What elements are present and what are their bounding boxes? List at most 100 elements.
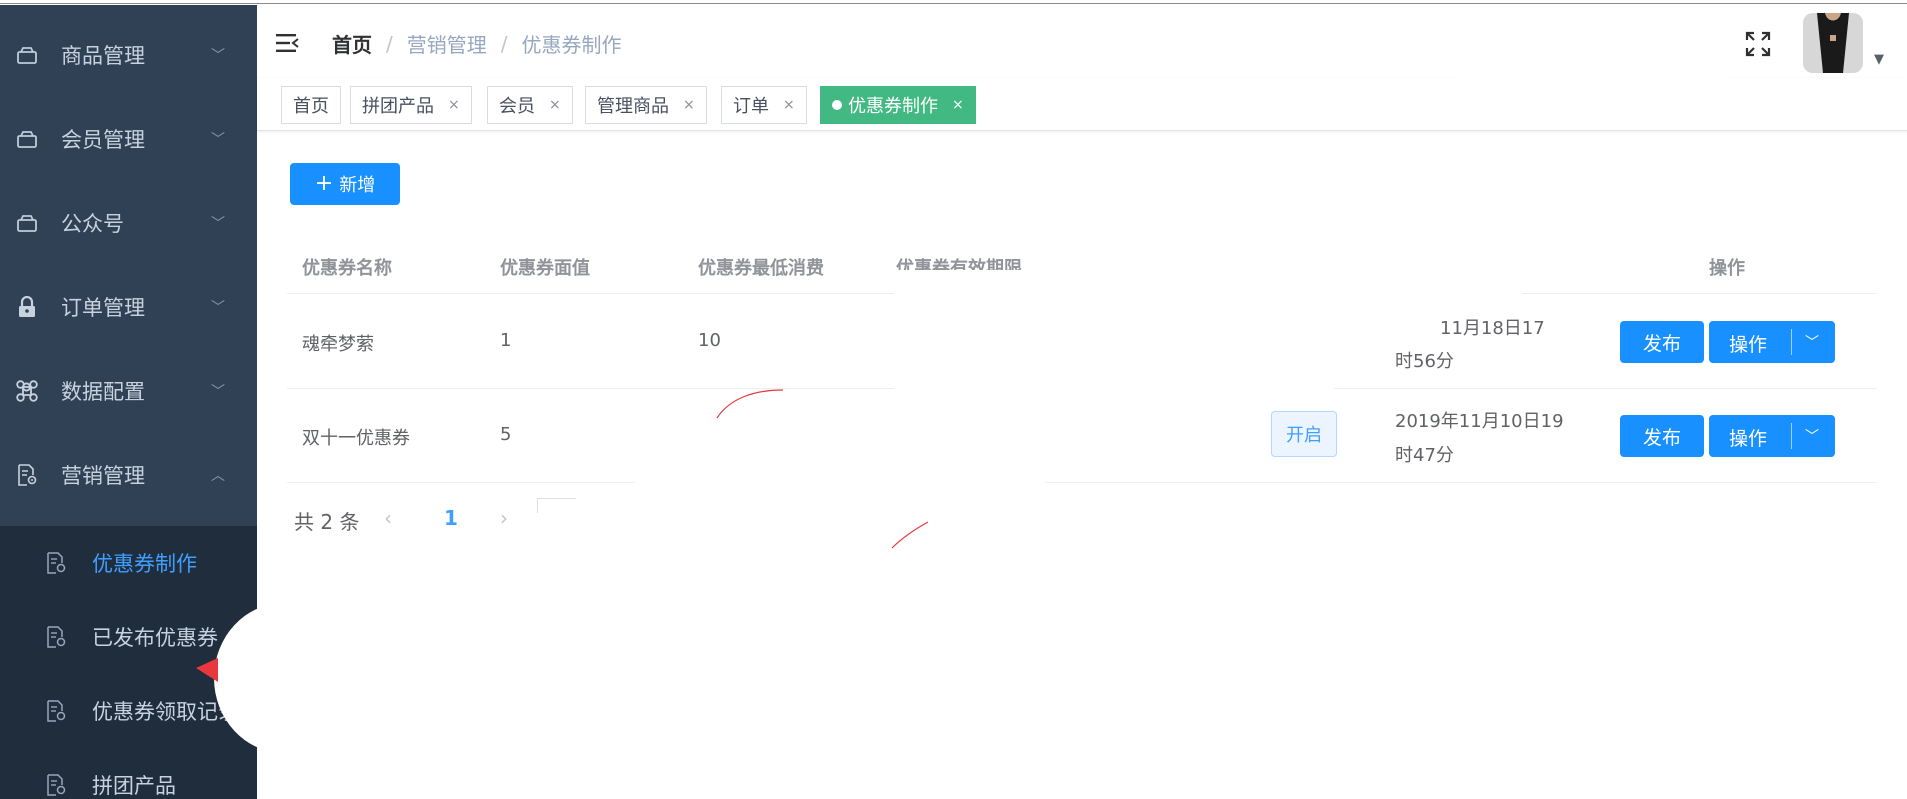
lock-icon	[16, 296, 38, 318]
tag-members[interactable]: 会员 ×	[487, 86, 573, 124]
chevron-down-icon: ﹀	[211, 384, 225, 400]
tag-label: 首页	[293, 96, 329, 117]
occlusion-patch	[635, 392, 1035, 482]
page-number-current[interactable]: 1	[444, 506, 458, 530]
next-page-button[interactable]: ›	[500, 506, 508, 530]
chevron-down-icon: ﹀	[211, 216, 225, 232]
sidebar-item-label: 公众号	[61, 212, 124, 236]
tag-home[interactable]: 首页	[281, 86, 341, 124]
breadcrumb-marketing: 营销管理	[406, 33, 487, 57]
page-jump-field[interactable]	[537, 498, 576, 513]
breadcrumb: 首页 / 营销管理 / 优惠券制作	[332, 29, 622, 58]
document-gear-icon	[46, 700, 66, 722]
sidebar-item-label: 数据配置	[61, 380, 145, 404]
operations-dropdown-button[interactable]: 操作 ﹀	[1709, 321, 1835, 363]
chevron-down-icon[interactable]: ﹀	[1805, 332, 1819, 352]
close-icon[interactable]: ×	[952, 97, 964, 113]
sidebar-item-label: 营销管理	[61, 464, 145, 488]
button-divider	[1791, 423, 1792, 449]
add-coupon-button[interactable]: + 新增	[290, 163, 400, 205]
wallet-icon	[16, 44, 38, 66]
publish-label: 发布	[1642, 332, 1681, 355]
submenu-item-group-products[interactable]: 拼团产品	[0, 748, 257, 799]
wallet-icon	[16, 212, 38, 234]
submenu-item-coupon-create[interactable]: 优惠券制作	[0, 526, 257, 600]
caret-down-icon[interactable]: ▼	[1874, 52, 1884, 67]
sidebar-item-products[interactable]: 商品管理 ﹀	[0, 13, 257, 97]
occlusion-patch	[1740, 100, 1890, 130]
total-count: 共 2 条	[294, 510, 360, 534]
tag-label: 优惠券制作	[848, 96, 938, 117]
close-icon[interactable]: ×	[549, 97, 561, 113]
breadcrumb-separator: /	[500, 31, 508, 56]
sidebar-item-official-account[interactable]: 公众号 ﹀	[0, 181, 257, 265]
cell-min: 10	[698, 330, 721, 351]
tag-label: 会员	[499, 96, 535, 117]
breadcrumb-current: 优惠券制作	[521, 33, 622, 57]
sidebar-item-members[interactable]: 会员管理 ﹀	[0, 97, 257, 181]
occlusion-patch	[635, 482, 1045, 542]
column-header: 优惠券名称	[302, 258, 392, 279]
chevron-down-icon: ﹀	[211, 132, 225, 148]
publish-label: 发布	[1642, 426, 1681, 449]
publish-button[interactable]: 发布	[1620, 415, 1704, 457]
cell-value: 5	[500, 424, 512, 445]
sidebar-item-data-config[interactable]: 数据配置 ﹀	[0, 349, 257, 433]
button-divider	[1791, 329, 1792, 355]
tag-label: 订单	[733, 96, 769, 117]
breadcrumb-separator: /	[386, 31, 393, 56]
tag-orders[interactable]: 订单 ×	[721, 86, 807, 124]
operations-label: 操作	[1729, 428, 1768, 450]
fullscreen-icon[interactable]	[1745, 31, 1771, 57]
pagination-total: 共 2 条	[294, 506, 359, 535]
sidebar-item-marketing[interactable]: 营销管理 ︿	[0, 433, 257, 517]
sidebar-item-orders[interactable]: 订单管理 ﹀	[0, 265, 257, 349]
plus-icon: +	[314, 171, 334, 196]
cell-name: 魂牵梦萦	[302, 334, 374, 355]
operations-label: 操作	[1729, 334, 1768, 356]
document-gear-icon	[46, 552, 66, 574]
close-icon[interactable]: ×	[783, 97, 795, 113]
active-dot-icon	[832, 100, 842, 110]
document-gear-icon	[16, 464, 38, 486]
tag-manage-products[interactable]: 管理商品 ×	[585, 86, 707, 124]
cell-time: 11月18日17	[1440, 318, 1545, 339]
submenu-item-label: 拼团产品	[92, 774, 176, 798]
divider	[287, 482, 1877, 483]
operations-dropdown-button[interactable]: 操作 ﹀	[1709, 415, 1835, 457]
overlay-bubble	[214, 603, 354, 753]
sidebar-item-label: 会员管理	[61, 128, 145, 152]
red-curve-mark	[891, 521, 929, 549]
chevron-down-icon[interactable]: ﹀	[1805, 426, 1819, 446]
cell-time: 时56分	[1395, 351, 1454, 372]
document-gear-icon	[46, 626, 66, 648]
wallet-icon	[16, 128, 38, 150]
cell-time: 时47分	[1395, 445, 1454, 466]
chevron-down-icon: ﹀	[211, 48, 225, 64]
chevron-down-icon: ﹀	[211, 300, 225, 316]
tag-label: 管理商品	[597, 96, 669, 117]
sidebar-item-label: 商品管理	[61, 44, 145, 68]
cell-name: 双十一优惠券	[302, 428, 410, 449]
red-pointer-icon	[196, 658, 218, 682]
tag-label: 拼团产品	[362, 96, 434, 117]
red-curve-mark	[716, 389, 784, 419]
breadcrumb-home[interactable]: 首页	[332, 29, 372, 58]
column-header: 优惠券面值	[500, 258, 590, 279]
hamburger-icon[interactable]	[276, 32, 299, 54]
tag-coupon-create[interactable]: 优惠券制作 ×	[820, 86, 976, 124]
occlusion-patch	[894, 270, 1334, 390]
close-icon[interactable]: ×	[448, 97, 460, 113]
publish-button[interactable]: 发布	[1620, 321, 1704, 363]
add-button-label: 新增	[339, 175, 376, 196]
submenu-item-label: 已发布优惠券	[92, 626, 218, 650]
avatar[interactable]	[1803, 13, 1863, 73]
sidebar-item-label: 订单管理	[61, 296, 145, 320]
column-header: 优惠券最低消费	[698, 258, 824, 279]
prev-page-button[interactable]: ‹	[384, 506, 392, 530]
submenu-item-label: 优惠券制作	[92, 552, 197, 576]
tag-group-products[interactable]: 拼团产品 ×	[350, 86, 472, 124]
close-icon[interactable]: ×	[683, 97, 695, 113]
column-header: 操作	[1709, 258, 1745, 279]
chevron-up-icon: ︿	[211, 468, 225, 484]
